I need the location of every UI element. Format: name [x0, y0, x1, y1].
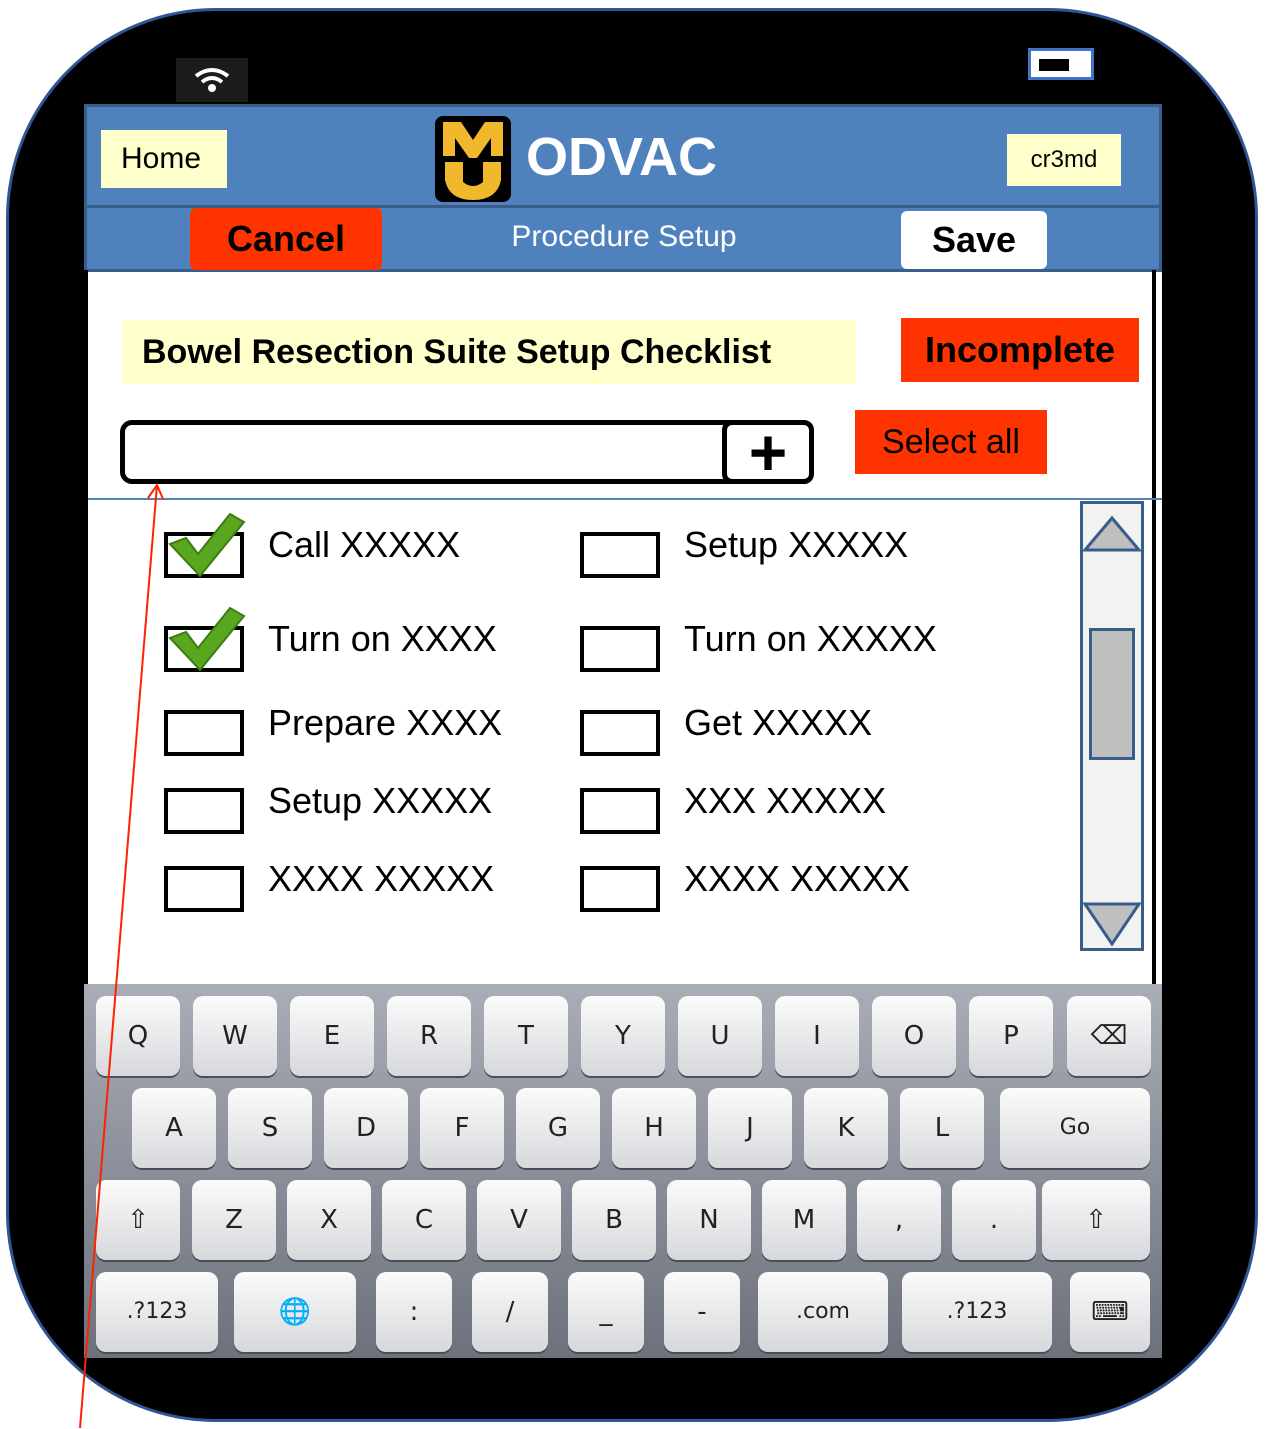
annotation-arrow: [79, 482, 164, 1429]
